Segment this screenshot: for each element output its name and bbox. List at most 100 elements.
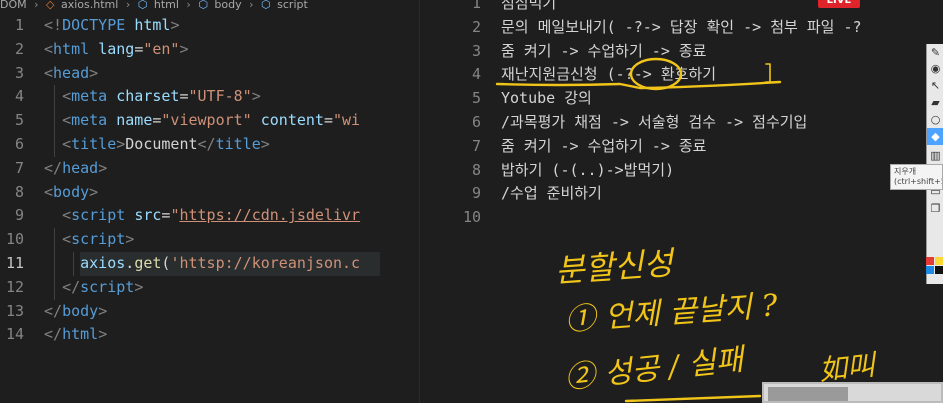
code-token: meta: [71, 111, 108, 130]
code-token: >: [260, 135, 270, 153]
trash-icon[interactable]: ▥: [927, 147, 943, 164]
text-line[interactable]: 재난지원금신청 (-?-> 환호하기: [501, 63, 716, 87]
code-token: script: [71, 230, 126, 249]
eye-icon[interactable]: ◉: [927, 60, 943, 77]
code-token: https://cdn.jsdelivr: [179, 206, 361, 225]
code-line[interactable]: <meta name="viewport" content="wi: [44, 109, 360, 133]
code-line[interactable]: </head>: [44, 157, 107, 181]
pen-icon[interactable]: ✎: [927, 44, 943, 61]
code-token: </: [44, 325, 63, 344]
code-token: =: [134, 39, 144, 58]
html-file-icon: ◇: [46, 0, 55, 10]
code-line[interactable]: <script>: [44, 228, 134, 252]
code-token: html: [53, 39, 90, 58]
code-token: >: [170, 16, 180, 34]
indent-guide: [54, 85, 55, 157]
breadcrumb-item-folder[interactable]: DOM: [0, 0, 27, 10]
code-token: title: [215, 135, 261, 153]
eraser-tooltip: 지우개 (ctrl+shift+5): [890, 164, 943, 190]
element-icon: ⬡: [261, 0, 271, 10]
code-line[interactable]: </html>: [44, 323, 107, 347]
code-token: <: [62, 230, 72, 249]
code-token: title: [71, 135, 117, 153]
line-number: 11: [5, 254, 24, 272]
copy-icon[interactable]: ❐: [927, 200, 943, 217]
webcam-thumbnail: [762, 382, 943, 403]
code-line[interactable]: <head>: [44, 62, 98, 86]
line-number: 9: [471, 184, 481, 203]
code-token: .: [125, 254, 135, 272]
breadcrumb-item-script[interactable]: script: [277, 0, 308, 10]
code-line[interactable]: <body>: [44, 181, 98, 205]
text-line[interactable]: Yotube 강의: [501, 87, 592, 111]
code-line[interactable]: axios.get('httsp://koreanjson.c: [44, 252, 360, 276]
code-line[interactable]: </body>: [44, 300, 107, 324]
breadcrumb-item-file[interactable]: axios.html: [61, 0, 118, 10]
text-line[interactable]: 문의 메일보내기( -?-> 답장 확인 -> 첨부 파일 -?: [501, 16, 862, 40]
code-token: get: [134, 254, 162, 272]
line-number: 14: [5, 325, 24, 344]
code-token: >: [125, 230, 135, 249]
code-token: meta: [71, 87, 108, 106]
text-line[interactable]: /과목평가 채점 -> 서술형 검수 -> 점수기입: [501, 111, 807, 135]
code-line[interactable]: <script src="https://cdn.jsdelivr: [44, 204, 360, 228]
code-token: </: [62, 277, 81, 296]
code-token: html: [134, 16, 171, 34]
pointer-icon[interactable]: ↖: [927, 77, 943, 94]
code-token: Document: [125, 135, 198, 153]
line-number: 5: [14, 111, 24, 130]
line-number: 1: [14, 16, 24, 34]
left-editor-pane[interactable]: DOM › ◇ axios.html › ⬡ html › ⬡ body › ⬡…: [0, 0, 380, 403]
line-number: 8: [471, 160, 481, 179]
element-icon: ⬡: [137, 0, 148, 10]
highlighter-icon[interactable]: ▰: [927, 94, 943, 111]
color-swatch[interactable]: [935, 257, 943, 265]
line-number: 1: [471, 0, 481, 12]
code-line[interactable]: </script>: [44, 276, 143, 300]
color-swatches: [926, 257, 943, 283]
breadcrumb-item-html[interactable]: html: [154, 0, 179, 10]
breadcrumb: DOM › ◇ axios.html › ⬡ html › ⬡ body › ⬡…: [0, 0, 380, 10]
line-number: 7: [471, 136, 481, 155]
text-line[interactable]: /수업 준비하기: [501, 182, 602, 206]
line-number: 12: [5, 277, 24, 296]
code-token: >: [89, 63, 99, 82]
line-number: 9: [14, 206, 24, 225]
code-token: >: [251, 87, 261, 106]
line-number: 7: [14, 158, 24, 177]
code-line[interactable]: <title>Document</title>: [44, 133, 270, 157]
code-token: <!: [44, 16, 63, 34]
code-token: lang: [98, 39, 135, 58]
text-line[interactable]: 줌 켜기 -> 수업하기 -> 종료: [501, 135, 706, 159]
indent-guide: [73, 252, 74, 276]
editor-divider: [380, 0, 784, 403]
code-token: </: [44, 301, 63, 320]
line-number: 2: [14, 39, 24, 58]
breadcrumb-item-body[interactable]: body: [214, 0, 241, 10]
code-token: <: [62, 111, 72, 130]
breadcrumb-chevron-icon: ›: [34, 0, 39, 10]
circle-icon[interactable]: ○: [927, 111, 943, 128]
code-line[interactable]: <meta charset="UTF-8">: [44, 85, 261, 109]
color-swatch[interactable]: [926, 257, 934, 265]
text-line[interactable]: 줌 켜기 -> 수업하기 -> 종료: [501, 40, 706, 64]
code-token: "en": [143, 39, 180, 58]
code-token: >: [116, 135, 126, 153]
color-swatch[interactable]: [926, 266, 934, 274]
line-number: 6: [471, 113, 481, 131]
code-token: <: [44, 182, 54, 201]
code-line[interactable]: <!DOCTYPE html>: [44, 14, 179, 38]
text-line[interactable]: 밥하기 (-(..)->밥먹기): [501, 159, 674, 183]
code-line[interactable]: <html lang="en">: [44, 38, 189, 62]
line-number: 5: [471, 89, 481, 108]
line-number: 6: [14, 135, 24, 153]
breadcrumb-chevron-icon: ›: [186, 0, 191, 10]
right-editor-pane[interactable]: 1 점심먹기 2 문의 메일보내기( -?-> 답장 확인 -> 첨부 파일 -? 3 줌…: [421, 0, 943, 403]
text-line[interactable]: 점심먹기: [501, 0, 556, 16]
color-swatch[interactable]: [935, 266, 943, 274]
eraser-icon[interactable]: ◆: [927, 128, 943, 145]
